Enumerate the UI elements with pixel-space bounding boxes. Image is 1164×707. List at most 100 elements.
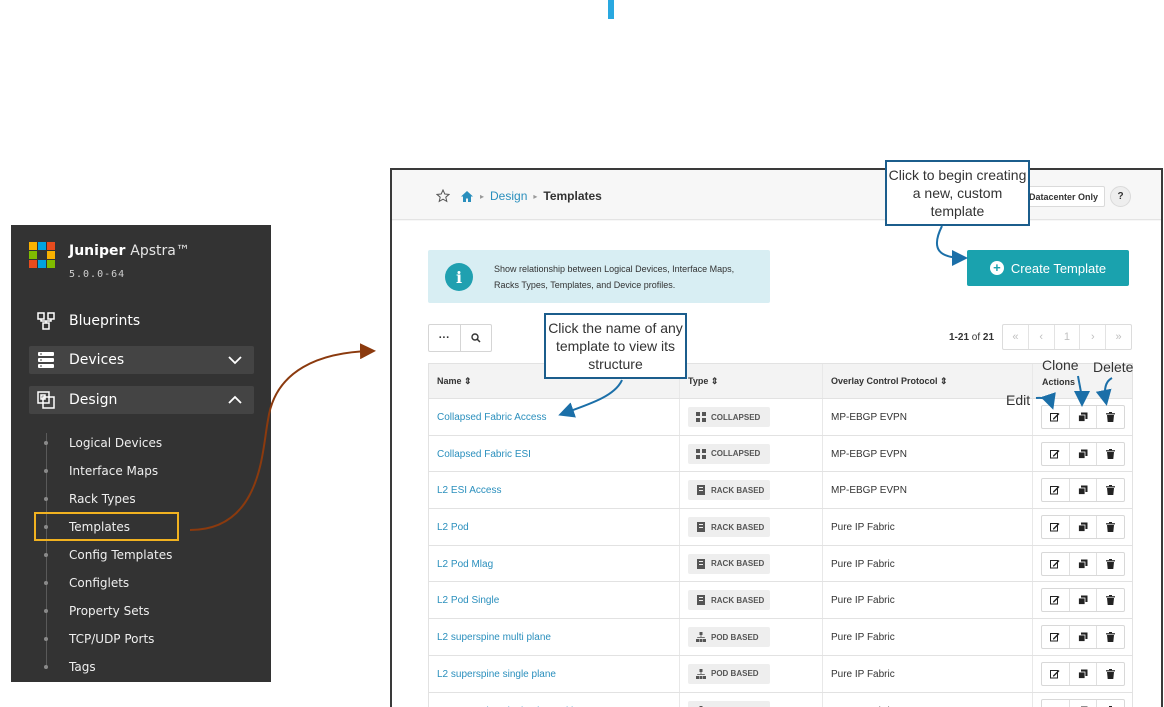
delete-icon[interactable] [1096, 699, 1124, 707]
info-text: Show relationship between Logical Device… [494, 264, 735, 290]
first-page-button[interactable]: « [1003, 325, 1028, 349]
delete-icon[interactable] [1096, 662, 1124, 685]
edit-icon[interactable] [1042, 663, 1069, 685]
info-banner[interactable]: i Show relationship between Logical Devi… [428, 250, 770, 303]
chevron-up-icon[interactable] [228, 393, 242, 411]
template-name-callout: Click the name of any template to view i… [544, 313, 687, 379]
subnav-configlets[interactable]: Configlets [44, 573, 129, 593]
template-name-link[interactable]: L2 Pod [437, 522, 469, 533]
table-row[interactable]: L2 Pod Single RACK BASED Pure IP Fabric [428, 582, 1133, 620]
subnav-property-sets[interactable]: Property Sets [44, 601, 150, 621]
clone-icon[interactable] [1068, 442, 1097, 465]
prev-page-button[interactable]: ‹ [1027, 325, 1054, 349]
template-type-label: RACK BASED [711, 595, 765, 605]
hierarchy-icon [696, 668, 706, 679]
nav-item-blueprints[interactable]: Blueprints [29, 307, 254, 335]
create-template-button[interactable]: + Create Template [967, 250, 1129, 286]
app-version: 5.0.0-64 [69, 269, 126, 280]
template-name-link[interactable]: Collapsed Fabric ESI [437, 449, 531, 460]
subnav-rack-types[interactable]: Rack Types [44, 489, 136, 509]
table-row[interactable]: L2 ESI Access RACK BASED MP-EBGP EVPN [428, 472, 1133, 510]
template-name-link[interactable]: L2 ESI Access [437, 485, 501, 496]
edit-icon[interactable] [1042, 626, 1069, 648]
rack-icon [696, 485, 706, 496]
chevron-down-icon[interactable] [228, 353, 242, 371]
current-page[interactable]: 1 [1053, 325, 1080, 349]
nav-label-design: Design [69, 392, 118, 408]
clone-icon[interactable] [1068, 662, 1097, 685]
clone-icon[interactable] [1068, 626, 1097, 649]
template-name-link[interactable]: Collapsed Fabric Access [437, 412, 547, 423]
template-type-badge: RACK BASED [688, 590, 770, 611]
table-row[interactable]: L2 superspine single plane with eroPOD B… [428, 692, 1133, 707]
delete-icon[interactable] [1096, 589, 1124, 612]
brand: Juniper Apstra™ 5.0.0-64 [29, 242, 190, 280]
edit-annotation: Edit [1006, 392, 1031, 408]
nav-item-design[interactable]: Design [29, 386, 254, 414]
edit-icon[interactable] [1042, 479, 1069, 501]
table-row[interactable]: L2 superspine multi plane POD BASED Pure I… [428, 619, 1133, 656]
datacenter-only-filter[interactable]: Datacenter Only [1022, 186, 1106, 207]
template-type-label: RACK BASED [711, 559, 765, 569]
create-template-label: Create Template [1010, 260, 1107, 276]
subnav-logical-devices[interactable]: Logical Devices [44, 433, 162, 453]
clone-icon[interactable] [1068, 552, 1097, 575]
juniper-logo-icon [29, 242, 55, 268]
row-actions [1041, 661, 1125, 686]
clone-icon[interactable] [1068, 699, 1097, 707]
edit-icon[interactable] [1042, 553, 1069, 575]
delete-icon[interactable] [1096, 442, 1124, 465]
edit-icon[interactable] [1042, 700, 1069, 707]
delete-icon[interactable] [1096, 479, 1124, 502]
breadcrumb-separator-icon: ▸ [480, 191, 485, 201]
template-name-link[interactable]: L2 Pod Mlag [437, 559, 493, 570]
clone-icon[interactable] [1068, 516, 1097, 539]
search-icon [471, 333, 481, 343]
template-name-link[interactable]: L2 Pod Single [437, 595, 499, 606]
grid-icon [696, 448, 706, 459]
delete-icon[interactable] [1096, 516, 1124, 539]
template-type-badge: COLLAPSED [688, 443, 770, 464]
edit-icon[interactable] [1042, 589, 1069, 611]
nav-item-devices[interactable]: Devices [29, 346, 254, 374]
clone-icon[interactable] [1068, 406, 1097, 428]
subnav-tags[interactable]: Tags [44, 657, 96, 677]
templates-highlight-box [34, 512, 179, 541]
search-button[interactable] [459, 325, 492, 351]
col-header-type[interactable]: Type ⇕ [688, 376, 718, 387]
templates-table: Name ⇕ Type ⇕ Overlay Control Protocol ⇕… [428, 363, 1133, 707]
more-options-button[interactable]: ··· [429, 325, 460, 351]
delete-icon[interactable] [1096, 406, 1124, 428]
edit-icon[interactable] [1042, 443, 1069, 465]
col-header-name[interactable]: Name ⇕ [437, 376, 472, 387]
blueprints-icon [35, 310, 57, 332]
template-type-label: COLLAPSED [711, 449, 761, 459]
subnav-config-templates[interactable]: Config Templates [44, 545, 172, 565]
last-page-button[interactable]: » [1105, 325, 1131, 349]
star-icon[interactable] [435, 188, 451, 203]
table-row[interactable]: L2 Pod RACK BASED Pure IP Fabric [428, 509, 1133, 546]
subnav-tcp-udp-ports[interactable]: TCP/UDP Ports [44, 629, 154, 649]
next-page-button[interactable]: › [1079, 325, 1105, 349]
col-header-protocol[interactable]: Overlay Control Protocol ⇕ [831, 376, 948, 387]
table-row[interactable]: L2 Pod Mlag RACK BASED Pure IP Fabric [428, 545, 1133, 583]
breadcrumb-design[interactable]: Design [490, 189, 527, 203]
delete-icon[interactable] [1096, 552, 1124, 575]
table-row[interactable]: Collapsed Fabric ESI COLLAPSED MP-EBGP EVP… [428, 435, 1133, 473]
help-button[interactable]: ? [1110, 186, 1131, 207]
main-content: i Show relationship between Logical Devi… [392, 221, 1161, 707]
overlay-protocol: Pure IP Fabric [831, 595, 895, 607]
table-row[interactable]: L2 superspine single plane POD BASED Pure … [428, 655, 1133, 693]
edit-icon[interactable] [1042, 516, 1069, 538]
template-type-badge: COLLAPSED [688, 407, 770, 427]
subnav-interface-maps[interactable]: Interface Maps [44, 461, 158, 481]
template-name-link[interactable]: L2 superspine single plane [437, 669, 556, 680]
clone-icon[interactable] [1068, 589, 1097, 612]
row-actions [1041, 441, 1125, 466]
clone-icon[interactable] [1068, 479, 1097, 502]
home-icon[interactable] [460, 190, 474, 203]
breadcrumb-separator-icon: ▸ [533, 191, 538, 201]
template-name-link[interactable]: L2 superspine multi plane [437, 632, 551, 643]
delete-icon[interactable] [1096, 626, 1124, 649]
edit-icon[interactable] [1042, 406, 1069, 428]
